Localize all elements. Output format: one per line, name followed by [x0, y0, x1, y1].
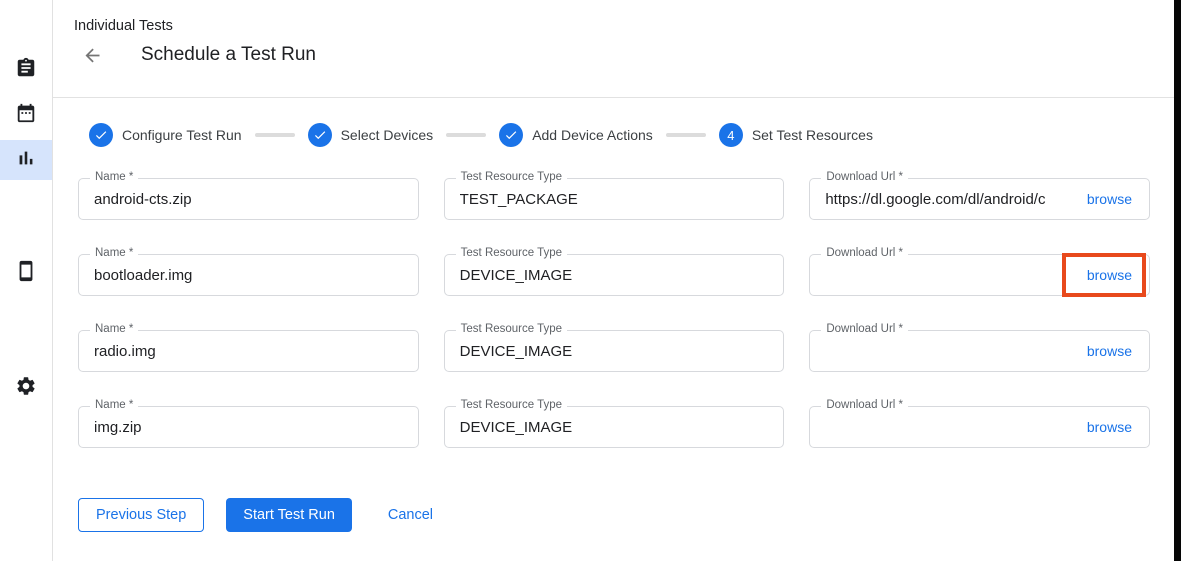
resource-type-value: DEVICE_IMAGE	[460, 343, 769, 360]
browse-link[interactable]: browse	[1087, 191, 1132, 207]
breadcrumb: Individual Tests	[74, 18, 173, 34]
start-test-run-button[interactable]: Start Test Run	[226, 498, 352, 532]
main-content: Individual Tests Schedule a Test Run Con…	[53, 0, 1174, 561]
stepper: Configure Test Run Select Devices Add De…	[89, 123, 1150, 147]
name-value: bootloader.img	[94, 267, 403, 284]
resource-type-field[interactable]: Test Resource Type TEST_PACKAGE	[444, 178, 785, 220]
field-label: Download Url *	[821, 399, 908, 411]
sidebar	[0, 0, 53, 561]
field-label: Test Resource Type	[456, 399, 567, 411]
step-connector	[446, 133, 486, 137]
field-label: Name *	[90, 171, 138, 183]
name-field[interactable]: Name * radio.img	[78, 330, 419, 372]
step-label: Set Test Resources	[752, 127, 873, 143]
sidebar-item-devices[interactable]	[0, 253, 52, 293]
sidebar-item-tests[interactable]	[0, 50, 52, 90]
previous-step-button[interactable]: Previous Step	[78, 498, 204, 532]
back-arrow-icon[interactable]	[80, 43, 104, 67]
step-select-devices[interactable]: Select Devices	[308, 123, 434, 147]
gear-icon	[15, 375, 37, 402]
assignment-icon	[15, 57, 37, 84]
step-number-badge: 4	[719, 123, 743, 147]
form-actions: Previous Step Start Test Run Cancel	[78, 498, 1150, 532]
step-label: Configure Test Run	[122, 127, 242, 143]
resource-type-field[interactable]: Test Resource Type DEVICE_IMAGE	[444, 406, 785, 448]
resource-type-field[interactable]: Test Resource Type DEVICE_IMAGE	[444, 254, 785, 296]
field-label: Test Resource Type	[456, 247, 567, 259]
name-field[interactable]: Name * img.zip	[78, 406, 419, 448]
download-url-field[interactable]: Download Url * browse	[809, 330, 1150, 372]
field-label: Name *	[90, 323, 138, 335]
step-complete-check-icon	[89, 123, 113, 147]
browse-link[interactable]: browse	[1087, 419, 1132, 435]
resource-type-value: DEVICE_IMAGE	[460, 267, 769, 284]
resource-type-field[interactable]: Test Resource Type DEVICE_IMAGE	[444, 330, 785, 372]
step-connector	[255, 133, 295, 137]
field-label: Test Resource Type	[456, 171, 567, 183]
name-value: img.zip	[94, 419, 403, 436]
download-url-field[interactable]: Download Url * browse	[809, 254, 1150, 296]
field-label: Name *	[90, 247, 138, 259]
page-title: Schedule a Test Run	[141, 44, 316, 66]
resource-type-value: DEVICE_IMAGE	[460, 419, 769, 436]
bar-chart-icon	[15, 147, 37, 174]
screen-edge	[1174, 0, 1181, 561]
step-complete-check-icon	[499, 123, 523, 147]
name-field[interactable]: Name * bootloader.img	[78, 254, 419, 296]
calendar-icon	[15, 102, 37, 129]
name-field[interactable]: Name * android-cts.zip	[78, 178, 419, 220]
step-configure-test-run[interactable]: Configure Test Run	[89, 123, 242, 147]
app-window: Individual Tests Schedule a Test Run Con…	[0, 0, 1181, 561]
field-label: Download Url *	[821, 323, 908, 335]
download-url-value: https://dl.google.com/dl/android/c	[825, 191, 1077, 208]
cancel-button[interactable]: Cancel	[388, 498, 433, 532]
field-label: Test Resource Type	[456, 323, 567, 335]
step-connector	[666, 133, 706, 137]
field-label: Download Url *	[821, 171, 908, 183]
step-add-device-actions[interactable]: Add Device Actions	[499, 123, 653, 147]
download-url-field[interactable]: Download Url * https://dl.google.com/dl/…	[809, 178, 1150, 220]
page-header: Individual Tests Schedule a Test Run	[53, 0, 1174, 98]
name-value: radio.img	[94, 343, 403, 360]
sidebar-item-test-runs[interactable]	[0, 140, 52, 180]
browse-link[interactable]: browse	[1087, 267, 1132, 283]
smartphone-icon	[15, 260, 37, 287]
step-label: Select Devices	[341, 127, 434, 143]
sidebar-item-settings[interactable]	[0, 368, 52, 408]
step-set-test-resources[interactable]: 4 Set Test Resources	[719, 123, 873, 147]
resource-type-value: TEST_PACKAGE	[460, 191, 769, 208]
field-label: Download Url *	[821, 247, 908, 259]
step-label: Add Device Actions	[532, 127, 653, 143]
download-url-field[interactable]: Download Url * browse	[809, 406, 1150, 448]
test-resources-form: Name * android-cts.zip Test Resource Typ…	[78, 178, 1150, 448]
field-label: Name *	[90, 399, 138, 411]
name-value: android-cts.zip	[94, 191, 403, 208]
sidebar-item-schedules[interactable]	[0, 95, 52, 135]
step-complete-check-icon	[308, 123, 332, 147]
browse-link[interactable]: browse	[1087, 343, 1132, 359]
